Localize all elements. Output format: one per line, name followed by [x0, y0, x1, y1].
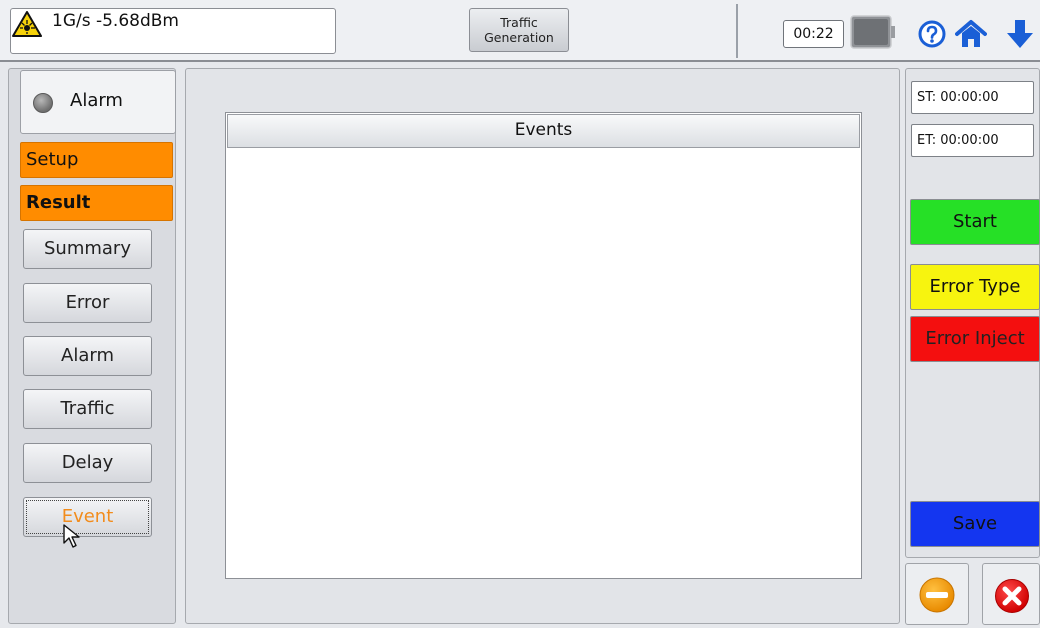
- download-arrow-icon[interactable]: [1004, 18, 1036, 50]
- save-button[interactable]: Save: [910, 501, 1040, 547]
- laser-warning-icon: [12, 11, 42, 37]
- error-type-button[interactable]: Error Type: [910, 264, 1040, 310]
- minus-icon: [919, 577, 955, 613]
- elapsed-time-field: ET: 00:00:00: [911, 124, 1034, 157]
- result-section-header[interactable]: Result: [20, 185, 173, 221]
- alarm-label: Alarm: [70, 90, 123, 111]
- summary-button[interactable]: Summary: [23, 229, 152, 269]
- traffic-button[interactable]: Traffic: [23, 389, 152, 429]
- top-divider: [736, 4, 738, 58]
- delay-button[interactable]: Delay: [23, 443, 152, 483]
- start-time-field: ST: 00:00:00: [911, 81, 1034, 114]
- mouse-cursor-icon: [63, 524, 80, 548]
- mode-label-line2: Generation: [484, 30, 554, 45]
- link-status-text: 1G/s -5.68dBm: [52, 11, 179, 31]
- traffic-generation-button[interactable]: Traffic Generation: [469, 8, 569, 52]
- home-icon[interactable]: [955, 19, 987, 49]
- alarm-led-icon: [33, 93, 53, 113]
- help-icon[interactable]: [918, 20, 946, 48]
- events-table-header: Events: [227, 114, 860, 148]
- start-button[interactable]: Start: [910, 199, 1040, 245]
- battery-icon: [850, 15, 895, 49]
- alarm-button[interactable]: Alarm: [23, 336, 152, 376]
- event-button[interactable]: Event: [23, 497, 152, 537]
- setup-section-header[interactable]: Setup: [20, 142, 173, 178]
- clock-display: 00:22: [783, 20, 844, 48]
- close-icon: [995, 579, 1029, 613]
- events-table[interactable]: [225, 112, 862, 579]
- mode-label-line1: Traffic: [500, 15, 538, 30]
- error-button[interactable]: Error: [23, 283, 152, 323]
- error-inject-button[interactable]: Error Inject: [910, 316, 1040, 362]
